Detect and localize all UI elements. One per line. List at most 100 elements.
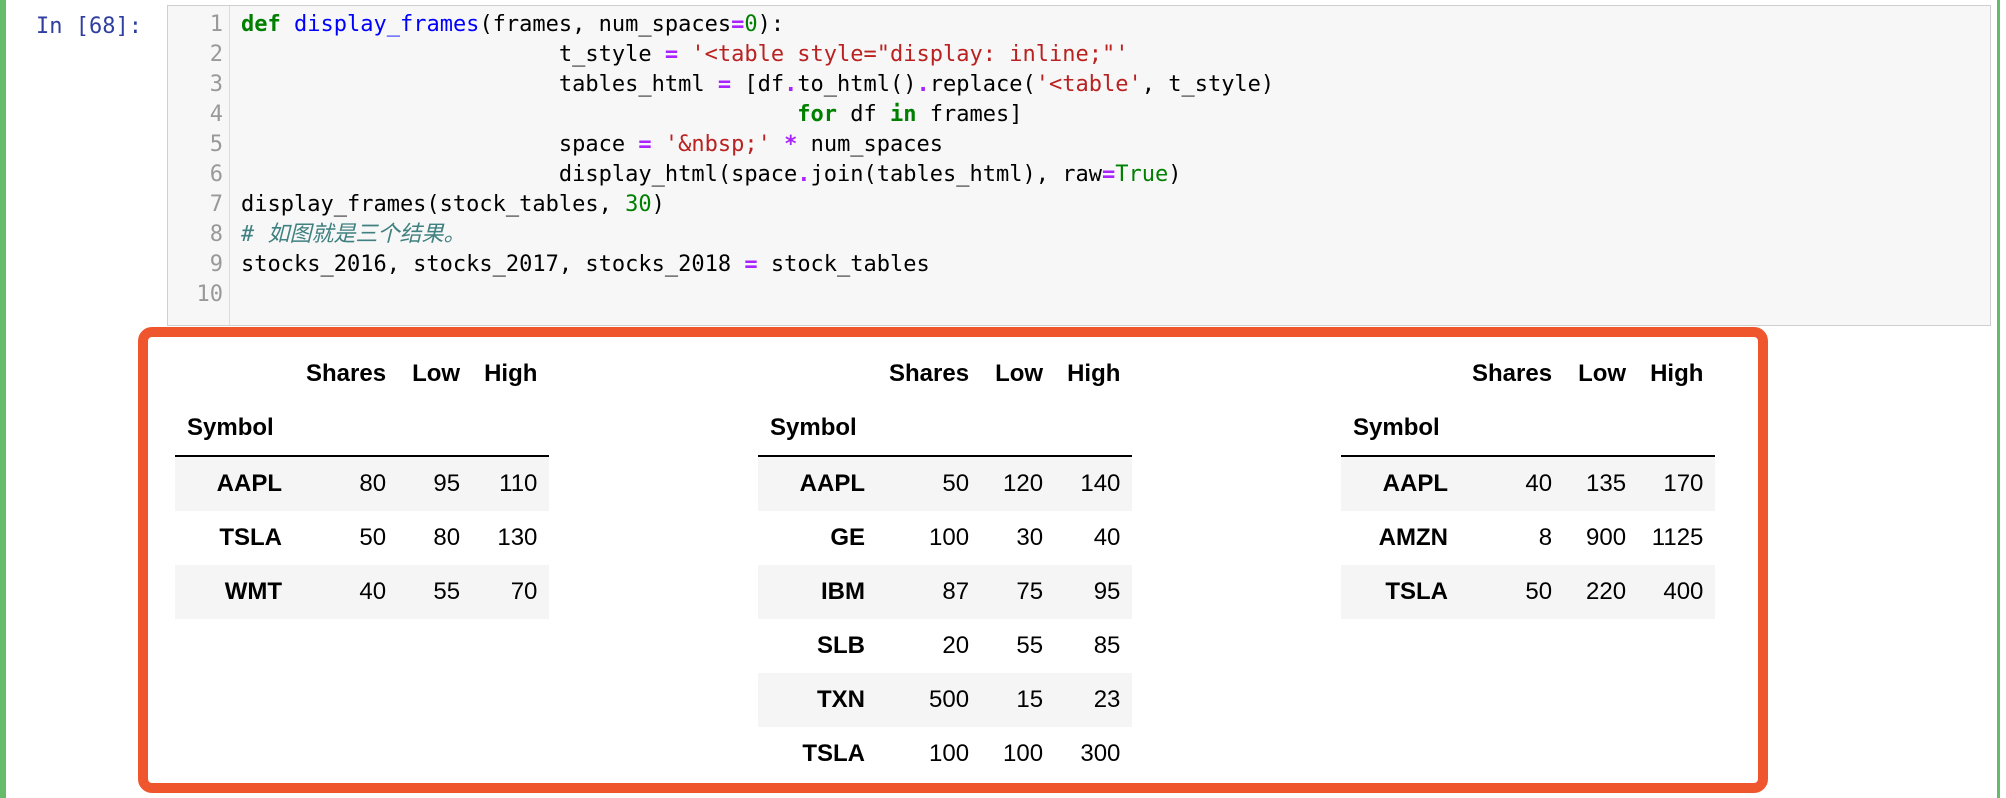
code-token: . [916,72,930,97]
code-token: '<table style="display: inline;"' [691,42,1129,67]
table-cell: 40 [359,578,387,605]
line-number: 8 [209,222,223,247]
table-cell: 50 [942,470,970,497]
column-header: High [1650,360,1704,387]
table-row: GE 100 30 40 [758,511,1132,565]
index-name-row: Symbol [1341,401,1716,456]
table-cell: 15 [1016,686,1044,713]
code-token: stock_tables [757,252,930,277]
line-number: 9 [209,252,223,277]
row-symbol: TSLA [1385,578,1448,605]
code-token: space [241,132,639,157]
table-cell: 1125 [1651,524,1704,551]
table-row: SLB 20 55 85 [758,619,1132,673]
code-token: t_style [241,42,665,67]
code-token: = [664,42,679,67]
table-row: WMT 40 55 70 [175,565,550,619]
table-cell: 20 [942,632,970,659]
row-symbol: AAPL [1382,470,1448,497]
column-header: Low [412,360,461,387]
index-blank [294,401,398,456]
table-cell: 80 [359,470,387,497]
dataframe-table-2018: Shares Low High Symbol AAPL 40 135 170 AMZN 8 900 1… [1341,347,1716,619]
index-name: Symbol [770,414,857,441]
table-cell: 40 [1525,470,1553,497]
code-line[interactable]: tables_html = [df.to_html().replace('<ta… [241,70,1274,100]
table-row: TSLA 50 80 130 [175,511,549,565]
index-name-row: Symbol [758,401,1133,456]
code-token: True [1115,162,1169,187]
column-header: Shares [889,360,970,387]
code-token: display_frames(stock_tables, [241,192,626,217]
table-row: TXN 500 15 23 [758,673,1133,727]
code-token: = [1101,162,1116,187]
output-area-highlight: Shares Low High Symbol AAPL 80 95 110 TSLA 50 80 13… [138,327,1768,793]
table-cell: 130 [497,524,538,551]
table-cell: 50 [1525,578,1553,605]
code-line[interactable]: t_style = '<table style="display: inline… [241,40,1129,70]
code-token: in [890,102,917,127]
column-header: Shares [1472,360,1553,387]
table-row: TSLA 100 100 300 [758,727,1132,781]
table-cell: 80 [433,524,461,551]
code-line[interactable]: # 如图就是三个结果。 [241,220,466,250]
table-cell: 50 [359,524,387,551]
column-header-row: Shares Low High [1341,347,1715,401]
code-token: tables_html [241,72,718,97]
row-symbol: GE [830,524,865,551]
row-symbol: TXN [817,686,865,713]
line-number: 3 [209,72,223,97]
code-editor[interactable]: 1 2 3 4 5 6 7 8 9 10 def display_frames(… [167,5,1991,326]
code-line[interactable]: stocks_2016, stocks_2017, stocks_2018 = … [241,250,930,280]
table-cell: 95 [433,470,461,497]
column-header: Low [995,360,1044,387]
code-token: '&nbsp;' [664,132,771,157]
code-token: (frames, num_spaces [479,12,732,37]
code-line[interactable]: display_html(space.join(tables_html), ra… [241,160,1182,190]
table-cell: 23 [1093,686,1121,713]
column-header: High [484,360,538,387]
code-token: stocks_2016, stocks_2017, stocks_2018 [241,252,745,277]
code-token: = [744,252,758,277]
column-header: High [1067,360,1121,387]
table-cell: 220 [1586,578,1627,605]
code-token: num_spaces [797,132,944,157]
code-line[interactable]: display_frames(stock_tables, 30) [241,190,665,220]
code-token: # 如图就是三个结果。 [241,222,466,247]
code-token: = [638,132,652,157]
code-token: join(tables_html), raw [810,162,1102,187]
code-line[interactable]: for df in frames] [241,100,1023,130]
code-token: def [241,12,281,37]
index-blank [877,401,981,456]
table-cell: 70 [510,578,538,605]
code-token: , t_style) [1141,72,1275,97]
code-token: display_frames [294,12,480,37]
code-line[interactable]: def display_frames(frames, num_spaces=0)… [241,10,784,40]
code-token: to_html() [797,72,917,97]
table-row: AAPL 80 95 110 [175,456,550,511]
code-token: = [731,12,745,37]
code-token: frames] [916,102,1023,127]
code-token: ): [757,12,785,37]
table-cell: 85 [1093,632,1121,659]
index-blank [981,401,1055,456]
index-blank [1564,401,1638,456]
line-number-gutter: 1 2 3 4 5 6 7 8 9 10 [168,6,230,325]
code-line[interactable]: space = '&nbsp;' * num_spaces [241,130,943,160]
table-cell: 95 [1093,578,1121,605]
dataframe-table-2017: Shares Low High Symbol AAPL 50 120 140 GE 100 30 40… [758,347,1133,781]
table-cell: 135 [1586,470,1627,497]
line-number: 1 [209,12,223,37]
table-row: AAPL 50 120 140 [758,456,1133,511]
code-token: 30 [625,192,652,217]
code-token: 0 [744,12,758,37]
line-number: 5 [209,132,223,157]
table-cell: 400 [1663,578,1704,605]
row-symbol: AAPL [799,470,865,497]
table-cell: 300 [1080,740,1121,767]
column-header-row: Shares Low High [175,347,549,401]
code-token: ) [651,192,665,217]
